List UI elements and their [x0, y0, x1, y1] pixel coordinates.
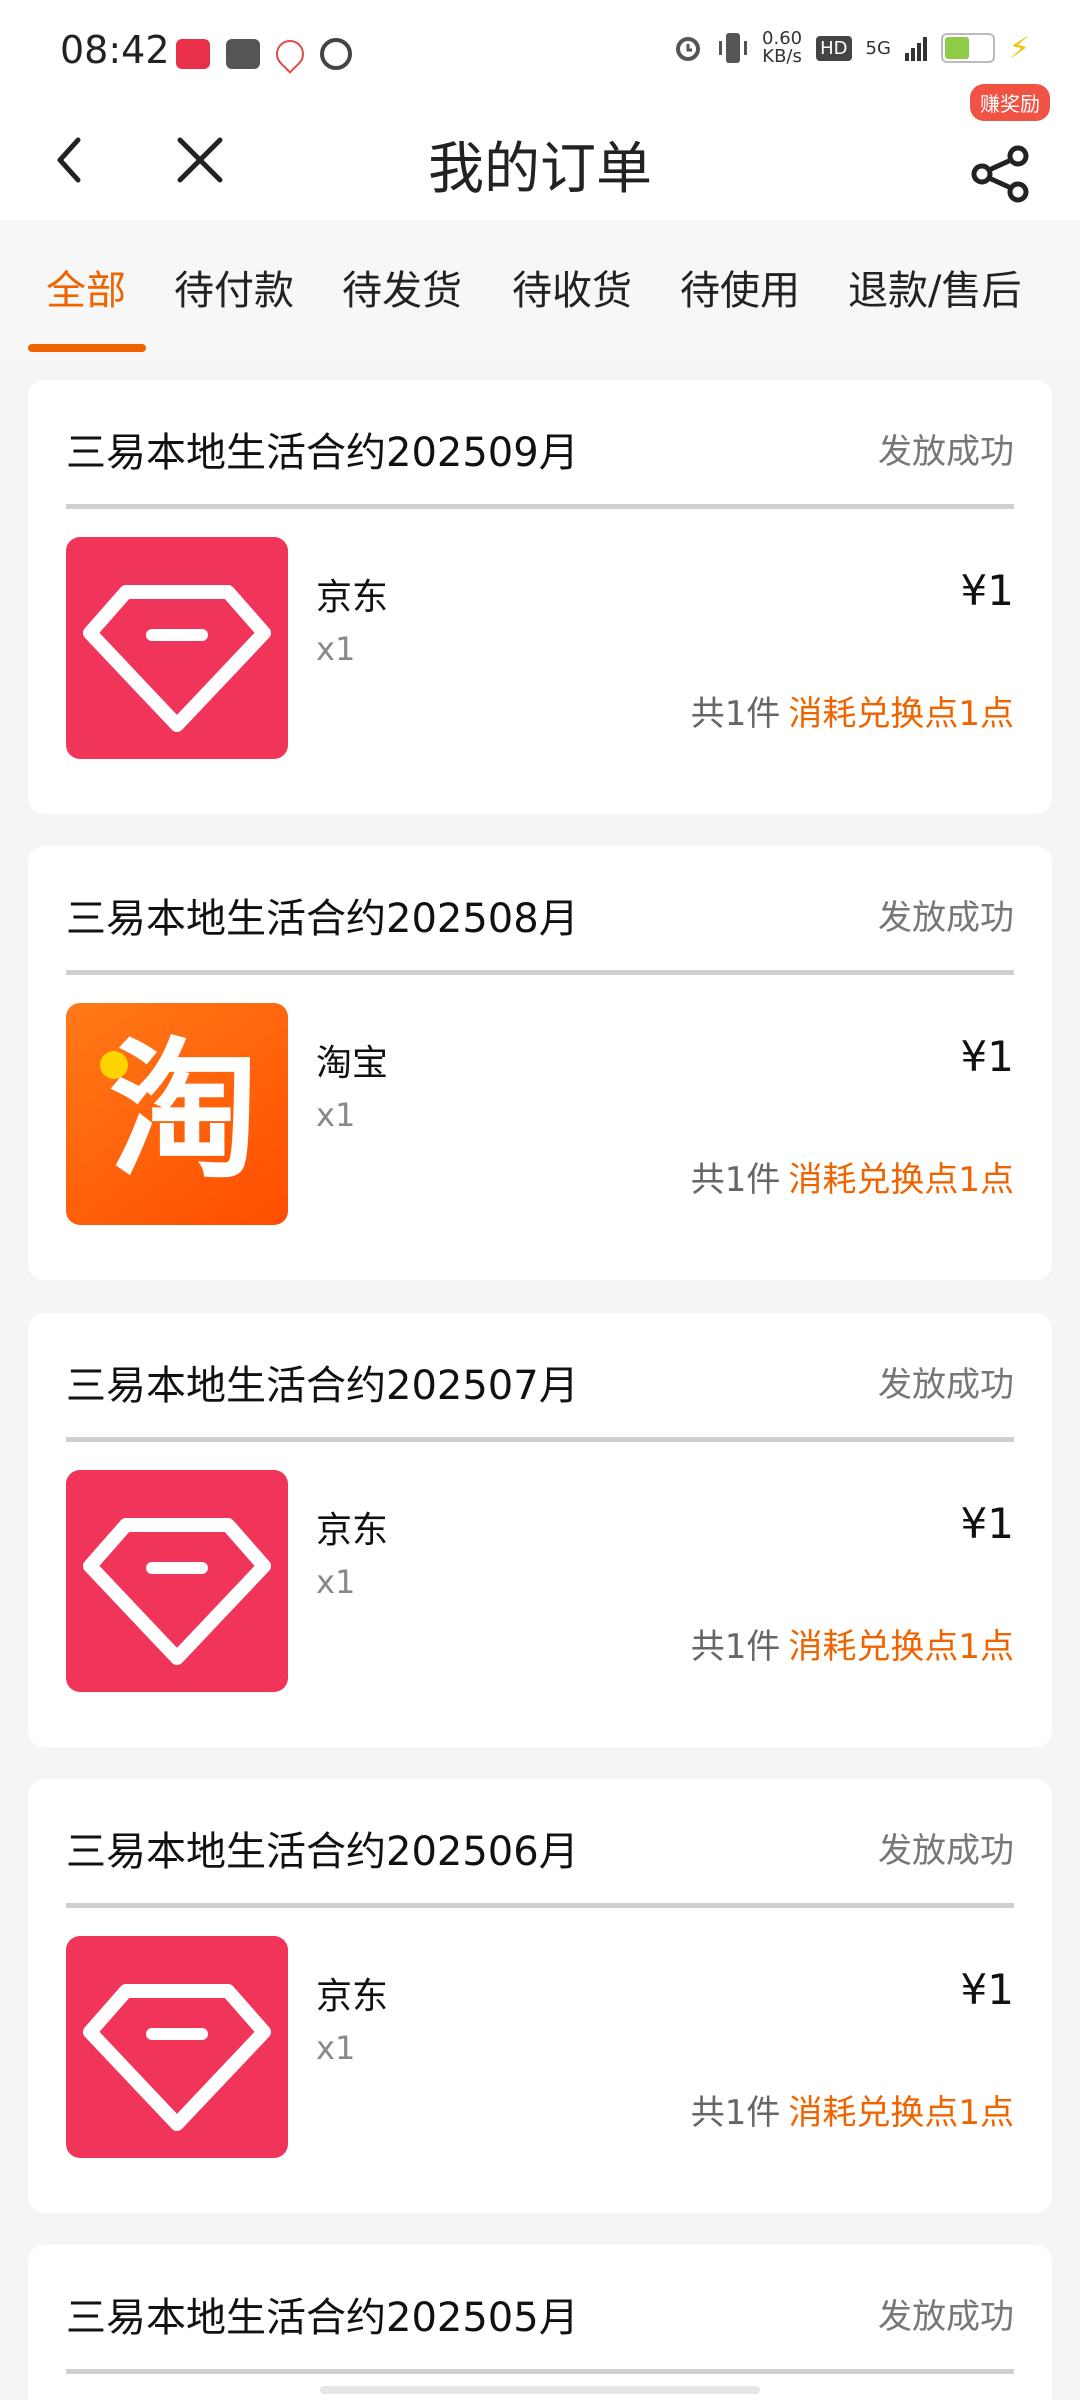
charging-icon: ⚡ [1008, 30, 1030, 66]
item-count: 共1件 [690, 2093, 781, 2133]
status-bar: 08:42 0.60 KB/s HD 5G ⚡ [0, 0, 1080, 100]
gesture-bar[interactable] [320, 2386, 760, 2394]
item-name: 淘宝 [316, 1043, 389, 1084]
item-count: 共1件 [690, 694, 781, 734]
map-pin-icon [270, 34, 310, 74]
order-summary: 共1件 消耗兑换点1点 [691, 1619, 1014, 1668]
active-tab-indicator [28, 344, 146, 352]
order-status: 发放成功 [878, 432, 1014, 472]
nav-header: 我的订单 赚奖励 [0, 84, 1080, 220]
order-tabs: 全部 待付款 待发货 待收货 待使用 退款/售后 [0, 220, 1080, 360]
vibrate-icon [719, 33, 748, 63]
item-name: 京东 [316, 1510, 389, 1551]
order-status: 发放成功 [878, 1365, 1014, 1405]
order-card[interactable]: 三易本地生活合约202506月 发放成功 京东 x1 ¥1 共1件 消耗兑换点1点 [28, 1779, 1052, 2213]
network-type: 5G [865, 37, 891, 59]
tab-refund-aftersale[interactable]: 退款/售后 [848, 258, 1021, 316]
order-title: 三易本地生活合约202506月 [66, 1829, 579, 1875]
item-quantity: x1 [316, 2029, 356, 2067]
notification-icons [176, 34, 352, 74]
order-title: 三易本地生活合约202505月 [66, 2295, 579, 2341]
points-cost: 消耗兑换点1点 [788, 1160, 1014, 1200]
tab-pending-payment[interactable]: 待付款 [174, 258, 294, 316]
item-name: 京东 [316, 1976, 389, 2017]
share-icon[interactable] [960, 118, 1040, 208]
page-title: 我的订单 [428, 137, 652, 202]
order-summary: 共1件 消耗兑换点1点 [691, 2085, 1014, 2134]
order-title: 三易本地生活合约202508月 [66, 896, 579, 942]
order-status: 发放成功 [878, 898, 1014, 938]
item-quantity: x1 [316, 630, 356, 668]
card-divider [66, 970, 1014, 975]
net-speed: 0.60 KB/s [762, 30, 802, 66]
points-cost: 消耗兑换点1点 [788, 1627, 1014, 1667]
battery-icon [940, 33, 995, 63]
card-divider [66, 504, 1014, 509]
jd-diamond-icon [66, 537, 288, 759]
tab-pending-receipt[interactable]: 待收货 [512, 258, 632, 316]
item-name: 京东 [316, 577, 389, 618]
hd-badge: HD [816, 35, 852, 61]
tab-all[interactable]: 全部 [46, 258, 126, 316]
net-speed-unit: KB/s [762, 46, 802, 67]
order-status: 发放成功 [878, 1831, 1014, 1871]
points-cost: 消耗兑换点1点 [788, 694, 1014, 734]
tab-pending-use[interactable]: 待使用 [680, 258, 800, 316]
order-card[interactable]: 三易本地生活合约202508月 发放成功 淘 淘宝 x1 ¥1 共1件 消耗兑换点… [28, 846, 1052, 1280]
item-count: 共1件 [690, 1627, 781, 1667]
system-icons: 0.60 KB/s HD 5G ⚡ [672, 30, 1030, 66]
vivo-app-icon [226, 39, 260, 69]
card-divider [66, 2369, 1014, 2374]
tab-pending-shipment[interactable]: 待发货 [342, 258, 462, 316]
card-divider [66, 1903, 1014, 1908]
taobao-icon-glyph: 淘 [109, 1025, 259, 1199]
card-divider [66, 1437, 1014, 1442]
reward-badge[interactable]: 赚奖励 [970, 84, 1050, 121]
order-title: 三易本地生活合约202509月 [66, 430, 579, 476]
points-cost: 消耗兑换点1点 [788, 2093, 1014, 2133]
news-app-icon [176, 39, 210, 69]
order-summary: 共1件 消耗兑换点1点 [691, 686, 1014, 735]
taobao-icon: 淘 [66, 1003, 288, 1225]
item-quantity: x1 [316, 1563, 356, 1601]
order-title: 三易本地生活合约202507月 [66, 1363, 579, 1409]
jd-diamond-icon [66, 1936, 288, 2158]
item-quantity: x1 [316, 1096, 356, 1134]
item-price: ¥1 [960, 1965, 1014, 2014]
jd-diamond-icon [66, 1470, 288, 1692]
item-price: ¥1 [960, 1032, 1014, 1081]
item-price: ¥1 [960, 566, 1014, 615]
order-status: 发放成功 [878, 2297, 1014, 2337]
alarm-icon [676, 37, 701, 61]
order-card[interactable]: 三易本地生活合约202509月 发放成功 京东 x1 ¥1 共1件 消耗兑换点1点 [28, 380, 1052, 814]
signal-icon [904, 35, 927, 61]
item-price: ¥1 [960, 1499, 1014, 1548]
item-count: 共1件 [690, 1160, 781, 1200]
sync-icon [320, 38, 352, 70]
status-time: 08:42 [60, 28, 170, 72]
order-summary: 共1件 消耗兑换点1点 [691, 1152, 1014, 1201]
order-card[interactable]: 三易本地生活合约202505月 发放成功 [28, 2245, 1052, 2400]
order-card[interactable]: 三易本地生活合约202507月 发放成功 京东 x1 ¥1 共1件 消耗兑换点1点 [28, 1313, 1052, 1747]
